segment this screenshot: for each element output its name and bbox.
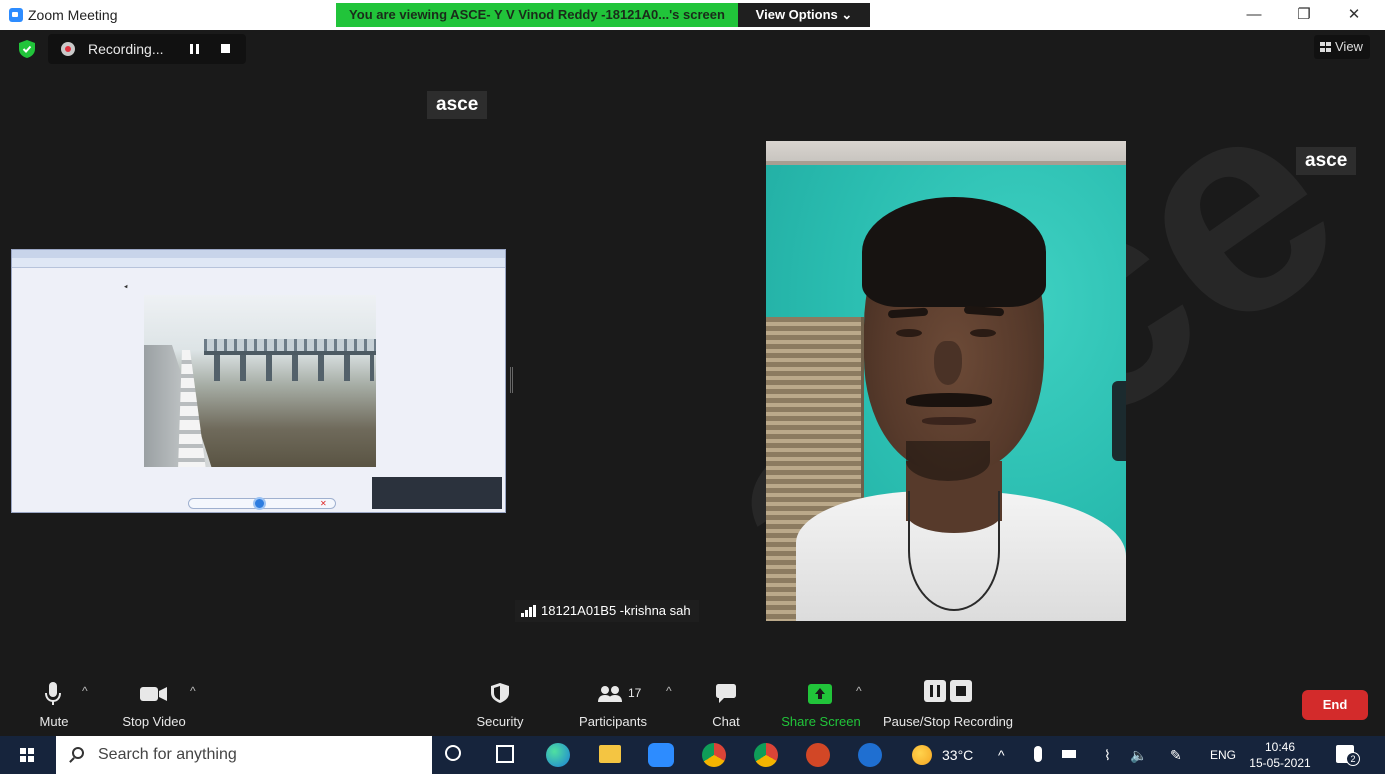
taskbar-search-box[interactable]: Search for anything (56, 736, 432, 774)
participant-video[interactable] (766, 141, 1126, 621)
windows-taskbar: Search for anything 33°C ^ ⌇ 🔈 ✎ ENG 10:… (0, 736, 1385, 774)
video-eye-left (896, 329, 922, 337)
recording-text: Recording... (88, 41, 164, 57)
search-icon (72, 747, 84, 759)
pause-stop-recording-icon (924, 680, 972, 702)
video-ceiling (766, 141, 1126, 165)
battery-icon[interactable] (1062, 750, 1076, 758)
video-dark-object (1112, 381, 1126, 461)
chevron-down-icon: ⌄ (841, 7, 853, 22)
task-view-icon[interactable] (496, 745, 514, 763)
mute-label: Mute (39, 714, 69, 729)
photo-viewer-titlebar (12, 250, 505, 258)
photo-viewer-controls: ✕ (188, 497, 336, 510)
chrome-icon[interactable] (702, 743, 726, 767)
clock-date: 15-05-2021 (1249, 756, 1311, 770)
viewing-screen-banner: You are viewing ASCE- Y V Vinod Reddy -1… (336, 3, 738, 27)
cortana-icon[interactable] (445, 745, 461, 761)
recording-indicator: Recording... (48, 34, 246, 64)
view-options-label: View Options (755, 7, 838, 22)
security-shield-icon[interactable] (19, 40, 35, 58)
signal-strength-icon (521, 605, 537, 617)
slideshow-icon (253, 497, 266, 510)
participant-name-label: 18121A01B5 -krishna sah (515, 600, 699, 622)
edge-icon[interactable] (546, 743, 570, 767)
view-label: View (1335, 39, 1363, 54)
split-resize-handle[interactable] (510, 367, 513, 393)
audio-options-caret-icon[interactable]: ^ (82, 684, 88, 698)
file-explorer-icon[interactable] (599, 745, 621, 763)
bridge-photo (144, 295, 376, 467)
share-screen-icon (808, 684, 832, 704)
security-icon (491, 683, 509, 703)
powerpoint-icon[interactable] (806, 743, 830, 767)
dark-overlay-box (372, 477, 502, 509)
clock-time: 10:46 (1264, 740, 1296, 754)
zoom-app-icon (9, 8, 23, 22)
video-beard (906, 441, 990, 481)
grid-icon (1320, 42, 1331, 52)
minimize-button[interactable]: — (1234, 3, 1274, 27)
microphone-icon (45, 682, 61, 705)
video-name-tag: asce (1296, 147, 1357, 175)
meeting-toolbar: Mute ^ Stop Video ^ Security 17 Particip… (0, 672, 1385, 736)
end-meeting-button[interactable]: End (1302, 690, 1368, 720)
search-placeholder: Search for anything (98, 746, 237, 763)
video-necklace (908, 491, 1000, 611)
share-options-caret-icon[interactable]: ^ (856, 684, 862, 698)
mic-tray-icon[interactable] (1034, 746, 1042, 762)
window-titlebar: Zoom Meeting You are viewing ASCE- Y V V… (0, 0, 1385, 30)
video-options-caret-icon[interactable]: ^ (190, 684, 196, 698)
view-options-button[interactable]: View Options ⌄ (738, 3, 870, 27)
recording-dot-icon (61, 42, 75, 56)
bridge-pillars (214, 355, 374, 381)
video-mustache (906, 393, 992, 407)
mouse-cursor-icon (124, 284, 129, 290)
weather-icon[interactable] (912, 745, 932, 765)
pause-stop-recording-label: Pause/Stop Recording (882, 714, 1014, 729)
close-button[interactable]: ✕ (1334, 3, 1374, 27)
chrome-profile-icon[interactable] (754, 743, 778, 767)
video-hair (862, 197, 1046, 307)
taskbar-clock[interactable]: 10:46 15-05-2021 (1248, 739, 1312, 771)
photo-viewer-menubar (12, 258, 505, 268)
windows-logo-icon (20, 748, 34, 762)
participants-label: Participants (579, 714, 647, 729)
stop-recording-icon[interactable] (221, 44, 230, 53)
video-eye-right (970, 329, 996, 337)
stop-video-label: Stop Video (122, 714, 186, 729)
shared-screen-name-tag: asce (427, 91, 488, 119)
chevron-up-icon[interactable]: ^ (998, 736, 1005, 774)
restore-button[interactable]: ❐ (1284, 3, 1324, 27)
participants-caret-icon[interactable]: ^ (666, 684, 672, 698)
shared-screen-view[interactable]: ✕ (11, 249, 506, 513)
weather-temperature[interactable]: 33°C (942, 736, 973, 774)
notification-count: 2 (1346, 752, 1360, 766)
video-mouth (922, 417, 976, 425)
security-label: Security (476, 714, 524, 729)
zoom-taskbar-icon[interactable] (648, 743, 674, 767)
help-icon[interactable] (858, 743, 882, 767)
pen-icon[interactable]: ✎ (1170, 736, 1182, 774)
language-indicator[interactable]: ENG (1210, 736, 1236, 774)
window-title: Zoom Meeting (28, 7, 118, 23)
video-camera-icon (140, 687, 167, 701)
participant-name: 18121A01B5 -krishna sah (541, 603, 691, 618)
chat-label: Chat (712, 714, 740, 729)
pause-recording-icon[interactable] (190, 44, 200, 54)
chat-icon (716, 684, 736, 703)
participants-count: 17 (628, 686, 642, 700)
volume-icon[interactable]: 🔈 (1130, 736, 1147, 774)
delete-icon: ✕ (320, 499, 327, 508)
start-button[interactable] (0, 736, 56, 774)
wifi-icon[interactable]: ⌇ (1104, 736, 1111, 774)
participants-icon (598, 686, 622, 702)
share-screen-label: Share Screen (781, 714, 861, 729)
view-layout-button[interactable]: View (1314, 35, 1370, 59)
video-nose (934, 341, 962, 385)
